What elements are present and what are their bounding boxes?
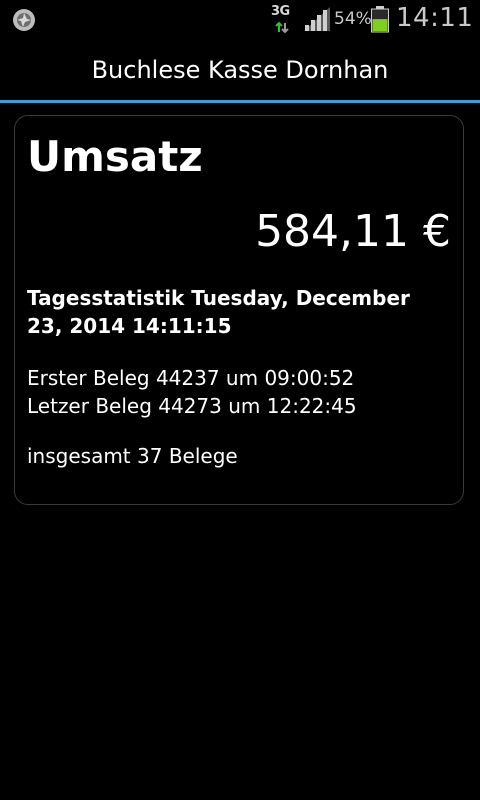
app-title: Buchlese Kasse Dornhan xyxy=(91,56,389,84)
card-heading: Umsatz xyxy=(27,132,203,181)
app-title-bar: Buchlese Kasse Dornhan xyxy=(0,38,480,100)
clock-time: 14:11 xyxy=(396,3,474,33)
signal-bars-icon xyxy=(304,7,330,31)
daily-statistics-label: Tagesstatistik Tuesday, December 23, 201… xyxy=(27,286,410,338)
data-transfer-icon xyxy=(275,21,289,34)
first-receipt-text: Erster Beleg 44237 um 09:00:52 xyxy=(27,366,355,390)
last-receipt-text: Letzer Beleg 44273 um 12:22:45 xyxy=(27,394,357,418)
revenue-card: Umsatz 584,11 € Tagesstatistik Tuesday, … xyxy=(14,115,464,505)
battery-icon xyxy=(371,6,389,33)
title-divider xyxy=(0,100,480,103)
status-bar: 3G 54% 14:11 xyxy=(0,0,480,38)
shutter-icon xyxy=(13,9,35,31)
receipt-total-text: insgesamt 37 Belege xyxy=(27,444,238,468)
revenue-amount: 584,11 € xyxy=(255,206,451,257)
battery-percentage: 54% xyxy=(334,9,372,29)
